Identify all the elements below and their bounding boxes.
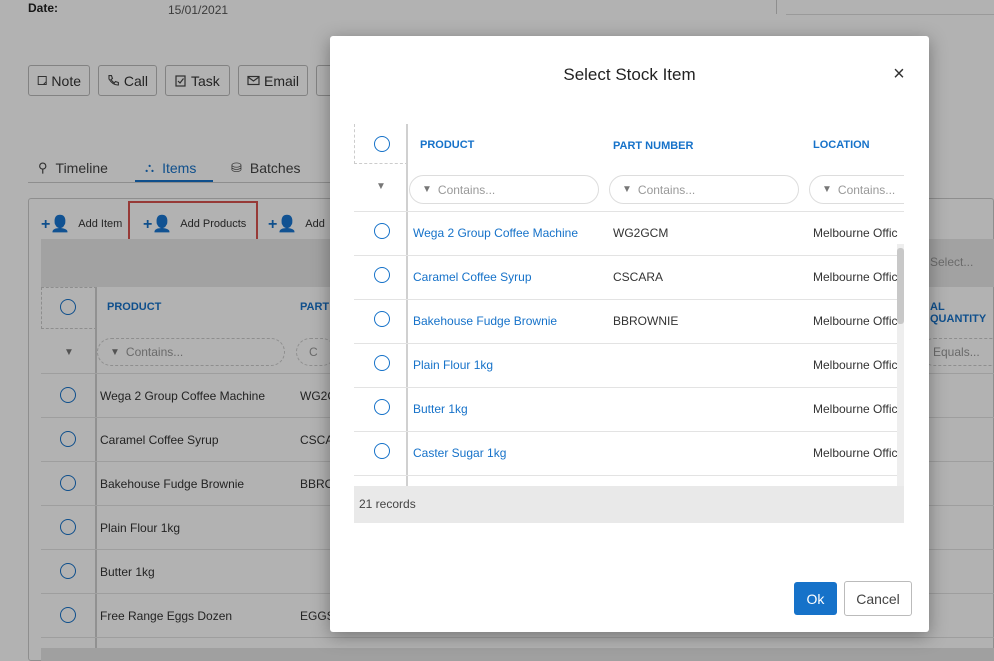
row-checkbox[interactable] [374,443,390,459]
close-icon[interactable]: × [889,64,909,84]
cell-product-link[interactable]: Caramel Coffee Syrup [413,270,532,284]
dialog-title: Select Stock Item [563,65,696,84]
cell-location: Melbourne Offic [813,226,898,240]
filter-placeholder: Contains... [437,182,496,197]
column-header-location[interactable]: LOCATION [813,139,870,151]
row-checkbox[interactable] [374,267,390,283]
ok-button[interactable]: Ok [794,582,837,615]
record-count: 21 records [359,497,416,511]
filter-icon: ▼ [422,184,432,195]
cell-product-link[interactable]: Caster Sugar 1kg [413,446,506,460]
cell-part-number: CSCARA [613,270,664,284]
vertical-scroll-thumb[interactable] [897,248,904,324]
location-filter-input[interactable]: ▼ Contains... [809,175,904,204]
cell-location: Melbourne Offic [813,358,898,372]
cell-product-link[interactable]: Wega 2 Group Coffee Machine [413,226,578,240]
cell-product-link[interactable]: Butter 1kg [413,402,468,416]
row-checkbox[interactable] [374,399,390,415]
row-checkbox[interactable] [374,355,390,371]
cell-product-link[interactable]: Plain Flour 1kg [413,358,493,372]
cancel-button[interactable]: Cancel [844,581,912,616]
cell-location: Melbourne Offic [813,446,898,460]
row-divider [354,299,904,300]
column-header-part-number[interactable]: PART NUMBER [613,140,693,152]
row-divider [354,475,904,476]
row-divider [354,255,904,256]
row-divider [354,387,904,388]
column-header-product[interactable]: PRODUCT [420,139,474,151]
grid-footer: 21 records [354,486,904,523]
cell-part-number: BBROWNIE [613,314,679,328]
stock-item-grid: PRODUCT PART NUMBER LOCATION ▼ ▼ Contain… [354,124,904,522]
row-checkbox[interactable] [374,311,390,327]
filter-icon: ▼ [622,184,632,195]
row-divider [354,211,904,212]
cell-location: Melbourne Offic [813,314,898,328]
cell-product-link[interactable]: Bakehouse Fudge Brownie [413,314,557,328]
select-stock-item-dialog: Select Stock Item × PRODUCT PART NUMBER … [330,36,929,632]
row-checkbox[interactable] [374,223,390,239]
row-divider [354,431,904,432]
product-filter-input[interactable]: ▼ Contains... [409,175,599,204]
column-separator [406,124,408,510]
cell-location: Melbourne Offic [813,402,898,416]
select-all-checkbox[interactable] [374,136,390,152]
row-divider [354,343,904,344]
filter-placeholder: Contains... [837,182,896,197]
filter-icon: ▼ [822,184,832,195]
filter-icon: ▼ [376,181,386,192]
part-number-filter-input[interactable]: ▼ Contains... [609,175,799,204]
cell-part-number: WG2GCM [613,226,669,240]
cell-location: Melbourne Offic [813,270,898,284]
filter-placeholder: Contains... [637,182,696,197]
